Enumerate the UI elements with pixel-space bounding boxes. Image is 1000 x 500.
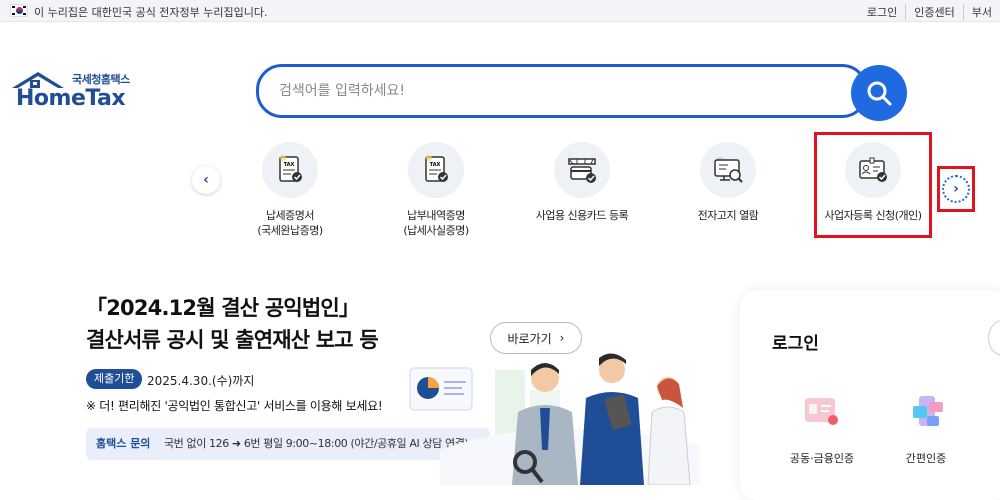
top-link-cert-center[interactable]: 인증센터 xyxy=(905,4,962,20)
carousel-prev-button[interactable]: ‹ xyxy=(192,166,220,194)
service-label: 사업용 신용카드 등록 xyxy=(535,209,629,222)
top-notice-bar: 이 누리집은 대한민국 공식 전자정부 누리집입니다. 로그인 인증센터 부서 xyxy=(0,0,1000,22)
tax-payment-record-icon: TAX xyxy=(408,142,464,198)
service-label: 납부내역증명 (납세사실증명) xyxy=(403,209,469,237)
svg-text:TAX: TAX xyxy=(430,162,441,168)
logo-subtitle: 국세청홈택스 xyxy=(72,73,130,86)
service-tax-payment-record[interactable]: TAX 납부내역증명 (납세사실증명) xyxy=(371,142,501,238)
service-business-credit-card[interactable]: 사업용 신용카드 등록 xyxy=(517,142,647,223)
search-icon xyxy=(867,81,892,106)
contact-head: 홈택스 문의 xyxy=(96,437,151,450)
deadline-text: 2025.4.30.(수)까지 xyxy=(147,374,255,388)
top-link-login[interactable]: 로그인 xyxy=(859,4,905,20)
search-box xyxy=(256,64,868,118)
banner-title-line2: 결산서류 공시 및 출연재산 보고 등 xyxy=(86,328,379,352)
login-method-joint-certificate[interactable]: 공동·금융인증 xyxy=(782,392,862,466)
certificate-icon xyxy=(797,392,847,438)
search-button[interactable] xyxy=(851,65,907,121)
banner-title: 「2024.12월 결산 공익법인」 결산서류 공시 및 출연재산 보고 등 xyxy=(86,292,379,356)
banner-illustration xyxy=(409,353,700,485)
banner-title-line1: 「2024.12월 결산 공익법인」 xyxy=(86,296,360,320)
government-notice: 이 누리집은 대한민국 공식 전자정부 누리집입니다. xyxy=(34,6,268,19)
business-credit-card-icon xyxy=(554,142,610,198)
chevron-left-icon: ‹ xyxy=(203,172,209,188)
login-method-simple-auth[interactable]: 간편인증 xyxy=(886,392,966,466)
top-link-department[interactable]: 부서 xyxy=(962,4,1000,20)
carousel-next-button[interactable]: › xyxy=(942,175,970,203)
e-notice-icon xyxy=(700,142,756,198)
service-label: 전자고지 열람 xyxy=(697,209,759,222)
chevron-right-icon: › xyxy=(953,181,959,197)
deadline-badge: 제출기한 xyxy=(86,369,143,389)
chevron-right-icon: › xyxy=(559,331,565,345)
svg-text:TAX: TAX xyxy=(284,162,295,168)
more-label: 바로가기 xyxy=(507,331,552,346)
hometax-logo[interactable]: 국세청홈택스 HomeTax xyxy=(10,70,140,115)
search-input[interactable] xyxy=(279,79,839,103)
banner-note: ※ 더! 편리해진 '공익법인 통합신고' 서비스를 이용해 보세요! xyxy=(86,399,383,413)
login-method-label: 간편인증 xyxy=(905,452,947,465)
service-e-notice[interactable]: 전자고지 열람 xyxy=(663,142,793,223)
login-method-label: 공동·금융인증 xyxy=(789,452,855,465)
login-title: 로그인 xyxy=(772,334,819,354)
service-label: 납세증명서 (국세완납증명) xyxy=(257,209,323,237)
top-links: 로그인 인증센터 부서 xyxy=(859,4,1000,20)
korea-flag-icon xyxy=(10,4,28,17)
tax-certificate-icon: TAX xyxy=(262,142,318,198)
mobile-auth-icon xyxy=(901,392,951,438)
highlight-box-business-registration xyxy=(814,132,932,238)
service-tax-certificate[interactable]: TAX 납세증명서 (국세완납증명) xyxy=(225,142,355,238)
logo-title: HomeTax xyxy=(16,86,126,111)
